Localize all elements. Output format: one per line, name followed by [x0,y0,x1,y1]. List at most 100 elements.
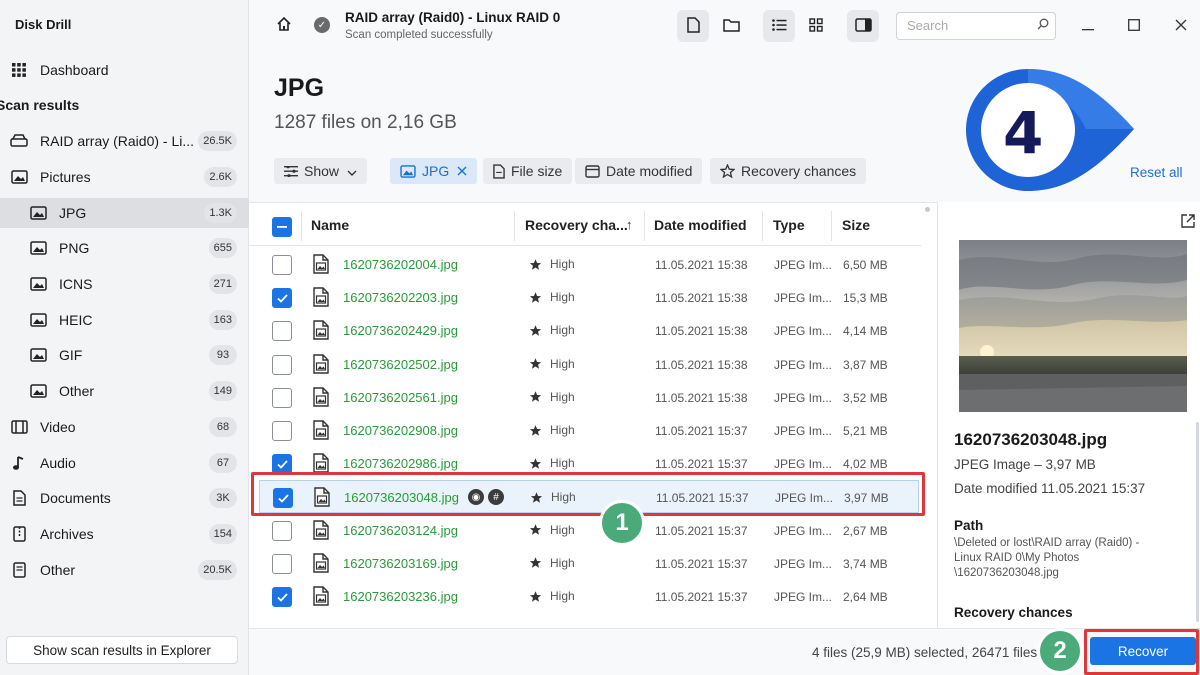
sidebar-item-documents[interactable]: Documents 3K [0,483,249,513]
sidebar-item-archives[interactable]: Archives 154 [0,519,249,549]
table-row[interactable]: 1620736202429.jpg High 11.05.2021 15:38 JPE… [259,314,919,347]
show-filter-button[interactable]: Show [274,158,368,184]
size-cell: 4,14 MB [843,324,888,339]
sidebar-item-heic[interactable]: HEIC 163 [0,305,249,335]
close-icon [1175,15,1187,36]
row-checkbox[interactable] [272,421,292,441]
star-icon [529,557,542,568]
table-row[interactable]: 1620736202203.jpg High 11.05.2021 15:38 JPE… [259,281,919,314]
file-name[interactable]: 1620736202561.jpg [343,390,458,405]
column-header-name[interactable]: Name [311,217,349,233]
row-checkbox[interactable] [272,553,292,574]
file-name[interactable]: 1620736202502.jpg [343,357,458,372]
sidebar-item-raid-array[interactable]: RAID array (Raid0) - Li... 26.5K [0,126,249,156]
show-in-explorer-button[interactable]: Show scan results in Explorer [6,636,238,664]
star-icon [529,457,542,469]
row-checkbox[interactable] [272,387,292,408]
preview-scrollbar[interactable] [1196,422,1199,622]
sidebar-item-label: Video [40,419,76,435]
row-checkbox[interactable] [272,354,292,375]
sidebar-item-dashboard[interactable]: Dashboard [0,55,249,85]
annotation-badge-2: 2 [1037,628,1083,674]
table-row[interactable]: 1620736203236.jpg High 11.05.2021 15:37 JPE… [259,580,919,613]
file-name[interactable]: 1620736203124.jpg [343,523,458,538]
preview-panel-toggle[interactable] [847,10,879,42]
recovery-chance-text: High [550,356,575,371]
row-checkbox[interactable] [272,288,292,309]
image-file-icon [311,287,331,310]
annotation-marker-4: 4 [966,67,1136,200]
sidebar-item-other-pictures[interactable]: Other 149 [0,376,249,406]
recovery-chance: High [529,323,575,337]
sidebar-item-audio[interactable]: Audio 67 [0,448,249,478]
sidebar-item-jpg[interactable]: JPG 1.3K [0,198,249,228]
table-row[interactable]: 1620736202561.jpg High 11.05.2021 15:38 JPE… [259,381,919,414]
table-row[interactable]: 1620736203124.jpg High 11.05.2021 15:37 JPE… [259,514,919,547]
remove-filter-icon[interactable] [457,163,467,179]
column-header-recovery[interactable]: Recovery cha... [525,217,628,233]
list-view-button[interactable] [763,10,795,42]
close-button[interactable] [1166,12,1196,38]
sidebar-item-label: Other [40,562,76,578]
show-label: Show [304,163,340,179]
file-name[interactable]: 1620736202004.jpg [343,257,458,272]
filter-icon [284,165,298,177]
sidebar-item-gif[interactable]: GIF 93 [0,340,249,370]
file-name[interactable]: 1620736203169.jpg [343,556,458,571]
check-circle-icon: ✓ [314,17,330,33]
file-name[interactable]: 1620736202429.jpg [343,323,458,338]
folder-view-button[interactable] [715,10,747,42]
table-row[interactable]: 1620736203169.jpg High 11.05.2021 15:37 JPE… [259,547,919,580]
row-checkbox[interactable] [272,255,292,275]
date-modified-cell: 11.05.2021 15:38 [655,291,748,306]
sidebar-item-video[interactable]: Video 68 [0,412,249,442]
scroll-indicator[interactable] [925,207,930,212]
sidebar-item-pictures[interactable]: Pictures 2.6K [0,162,249,192]
recovery-chance: High [529,257,575,271]
search-input[interactable]: Search [896,12,1056,40]
scan-status: Scan completed successfully [345,29,493,41]
image-file-icon [311,553,331,576]
open-external-icon[interactable] [1181,214,1195,231]
home-icon[interactable] [276,16,292,35]
file-size-filter[interactable]: File size [483,158,573,184]
column-divider [831,211,832,241]
file-name[interactable]: 1620736202203.jpg [343,290,458,305]
file-view-button[interactable] [677,10,709,42]
size-cell: 2,64 MB [843,590,888,604]
minimize-button[interactable] [1073,12,1103,38]
type-cell: JPEG Im... [774,556,833,571]
table-row[interactable]: 1620736202502.jpg High 11.05.2021 15:38 JPE… [259,348,919,381]
count-badge: 1.3K [204,203,237,223]
column-header-size[interactable]: Size [842,217,870,233]
recovery-chances-filter[interactable]: Recovery chances [710,158,867,184]
column-header-date[interactable]: Date modified [654,217,747,233]
minimize-icon [1082,15,1094,36]
file-name[interactable]: 1620736202986.jpg [343,456,458,471]
column-header-type[interactable]: Type [773,217,805,233]
recovery-chance-text: High [550,423,575,437]
star-icon [529,391,542,402]
row-checkbox[interactable] [272,587,292,607]
reset-all-link[interactable]: Reset all [1130,165,1183,180]
table-row[interactable]: 1620736202004.jpg High 11.05.2021 15:38 JPE… [259,248,919,281]
date-modified-cell: 11.05.2021 15:37 [655,523,748,538]
file-name[interactable]: 1620736203236.jpg [343,589,458,604]
maximize-button[interactable] [1119,12,1149,38]
grid-view-button[interactable] [800,10,832,42]
jpg-filter-chip[interactable]: JPG [390,158,478,184]
sidebar-item-png[interactable]: PNG 655 [0,233,249,263]
sidebar-item-icns[interactable]: ICNS 271 [0,269,249,299]
file-name[interactable]: 1620736202908.jpg [343,423,458,438]
date-modified-filter[interactable]: Date modified [575,158,703,184]
sort-ascending-icon[interactable]: ↑ [626,217,633,232]
row-checkbox[interactable] [272,321,292,342]
table-row[interactable]: 1620736202908.jpg High 11.05.2021 15:37 JPE… [259,414,919,447]
image-file-icon [311,320,331,343]
select-all-checkbox[interactable] [272,217,292,237]
star-icon [529,424,542,436]
row-checkbox[interactable] [272,520,292,541]
recovery-chance-text: High [550,290,575,305]
star-icon [529,358,542,369]
sidebar-item-other[interactable]: Other 20.5K [0,555,249,585]
